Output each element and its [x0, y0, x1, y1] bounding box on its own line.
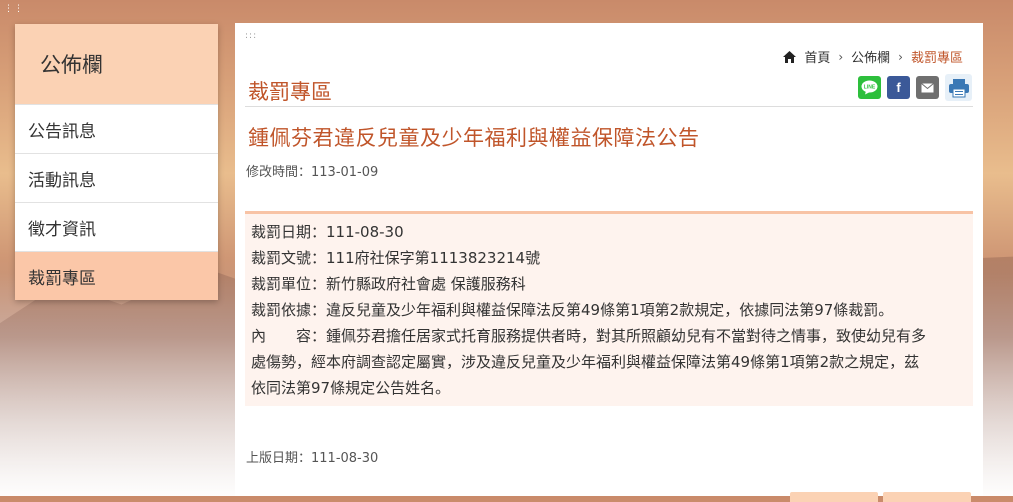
modified-label: 修改時間： — [246, 165, 312, 180]
penalty-unit-value: 新竹縣政府社會處 保護服務科 — [326, 275, 526, 293]
sidebar-item-announcements[interactable]: 公告訊息 — [15, 104, 218, 153]
penalty-content-line1: 鍾佩芬君擔任居家式托育服務提供者時，對其所照顧幼兒有不當對待之情事，致使幼兒有多 — [326, 327, 927, 345]
published-date: 上版日期：111-08-30 — [246, 447, 378, 466]
bottom-button-left[interactable] — [790, 492, 878, 502]
facebook-share-button[interactable]: f — [887, 76, 910, 99]
penalty-unit-row: 裁罰單位：新竹縣政府社會處 保護服務科 — [251, 273, 526, 294]
svg-text:LINE: LINE — [864, 85, 876, 91]
sidebar: 公佈欄 公告訊息 活動訊息 徵才資訊 裁罰專區 — [15, 24, 218, 300]
penalty-doc-label: 裁罰文號： — [251, 249, 327, 267]
line-icon: LINE — [861, 80, 878, 95]
penalty-content-line2: 處傷勢，經本府調查認定屬實，涉及違反兒童及少年福利與權益保障法第49條第1項第2… — [251, 353, 920, 371]
penalty-content-line3: 依同法第97條規定公告姓名。 — [251, 379, 451, 397]
share-buttons: LINE f — [858, 74, 972, 101]
breadcrumb-home[interactable]: 首頁 — [804, 47, 830, 66]
mail-icon — [921, 82, 934, 92]
print-icon — [948, 78, 969, 97]
modified-value: 113-01-09 — [311, 165, 379, 180]
penalty-unit-label: 裁罰單位： — [251, 275, 327, 293]
chevron-right-icon: › — [838, 49, 844, 64]
penalty-doc-row: 裁罰文號：111府社保字第1113823214號 — [251, 247, 540, 268]
penalty-content-row: 內 容：鍾佩芬君擔任居家式托育服務提供者時，對其所照顧幼兒有不當對待之情事，致使… — [251, 325, 926, 346]
chevron-right-icon: › — [898, 49, 903, 64]
sidebar-item-jobs[interactable]: 徵才資訊 — [15, 202, 218, 251]
breadcrumb-level1[interactable]: 公佈欄 — [851, 47, 890, 66]
penalty-date-label: 裁罰日期： — [251, 223, 327, 241]
divider — [245, 106, 973, 107]
penalty-details: 裁罰日期：111-08-30 裁罰文號：111府社保字第1113823214號 … — [245, 211, 973, 406]
article-title: 鍾佩芬君違反兒童及少年福利與權益保障法公告 — [248, 126, 700, 150]
breadcrumb-current: 裁罰專區 — [910, 51, 963, 66]
line-share-button[interactable]: LINE — [858, 76, 881, 99]
sidebar-item-events[interactable]: 活動訊息 — [15, 153, 218, 202]
penalty-basis-value: 違反兒童及少年福利與權益保障法反第49條第1項第2款規定，依據同法第97條裁罰。 — [326, 301, 894, 319]
penalty-date-row: 裁罰日期：111-08-30 — [251, 221, 404, 242]
print-button[interactable] — [945, 74, 972, 101]
grip-dots: ::: — [245, 31, 258, 41]
penalty-doc-value: 111府社保字第1113823214號 — [326, 249, 541, 267]
published-label: 上版日期： — [246, 451, 312, 466]
corner-dots: ⋮⋮ — [4, 4, 24, 14]
penalty-basis-label: 裁罰依據： — [251, 301, 327, 319]
email-share-button[interactable] — [916, 76, 939, 99]
penalty-date-value: 111-08-30 — [326, 223, 404, 241]
section-title: 裁罰專區 — [248, 80, 332, 104]
sidebar-item-penalties[interactable]: 裁罰專區 — [15, 251, 218, 300]
breadcrumb: 首頁 › 公佈欄 › 裁罰專區 — [783, 47, 963, 66]
published-value: 111-08-30 — [311, 451, 379, 466]
home-icon[interactable] — [783, 50, 797, 63]
penalty-basis-row: 裁罰依據：違反兒童及少年福利與權益保障法反第49條第1項第2款規定，依據同法第9… — [251, 299, 893, 320]
penalty-content-label: 內 容： — [251, 327, 327, 345]
modified-date: 修改時間：113-01-09 — [246, 161, 378, 180]
bottom-button-right[interactable] — [883, 492, 971, 502]
main-panel: ::: 首頁 › 公佈欄 › 裁罰專區 裁罰專區 LINE f 鍾佩芬君違反兒童… — [235, 23, 983, 502]
facebook-icon: f — [896, 80, 901, 95]
sidebar-title: 公佈欄 — [15, 24, 218, 104]
